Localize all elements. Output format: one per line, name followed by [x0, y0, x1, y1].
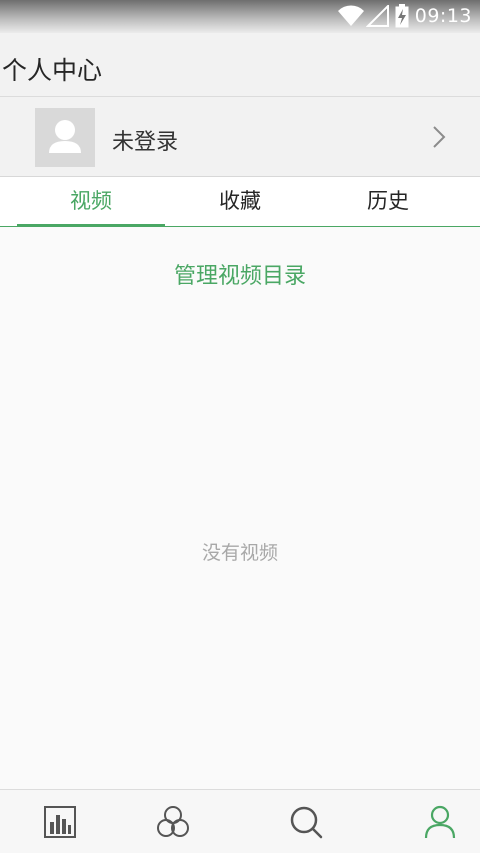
status-bar: 09:13: [0, 0, 480, 33]
nav-item-profile[interactable]: [380, 790, 480, 853]
video-list-area: 管理视频目录 没有视频: [0, 228, 480, 789]
wifi-icon: [337, 5, 364, 27]
chart-icon: [44, 806, 76, 838]
avatar[interactable]: [35, 108, 95, 167]
user-placeholder-icon: [49, 120, 81, 153]
tab-video[interactable]: 视频: [17, 177, 165, 227]
battery-charging-icon: [395, 4, 409, 28]
login-status-label: 未登录: [112, 130, 179, 155]
profile-icon: [424, 805, 456, 839]
search-icon: [290, 806, 323, 839]
status-time: 09:13: [414, 5, 472, 27]
chevron-right-icon: [432, 125, 446, 153]
bottom-nav: [0, 789, 480, 853]
page-title: 个人中心: [2, 56, 103, 85]
circles-icon: [157, 806, 189, 837]
nav-item-discover[interactable]: [113, 790, 233, 853]
nav-item-chart[interactable]: [0, 790, 120, 853]
tab-history[interactable]: 历史: [314, 177, 462, 227]
status-icons: 09:13: [337, 4, 472, 28]
manage-videos-link[interactable]: 管理视频目录: [0, 258, 480, 290]
signal-icon: [365, 5, 390, 27]
active-tab-indicator: [17, 224, 165, 227]
screen: 09:13 个人中心 未登录 视频 收藏 历史 管理视频目录 没有视频: [0, 0, 480, 853]
nav-item-search[interactable]: [246, 790, 366, 853]
empty-state-text: 没有视频: [201, 542, 278, 564]
user-login-row[interactable]: 未登录: [0, 97, 480, 177]
tab-bar: 视频 收藏 历史: [0, 177, 480, 227]
header: 个人中心: [0, 33, 480, 97]
tab-favorites[interactable]: 收藏: [166, 177, 314, 227]
